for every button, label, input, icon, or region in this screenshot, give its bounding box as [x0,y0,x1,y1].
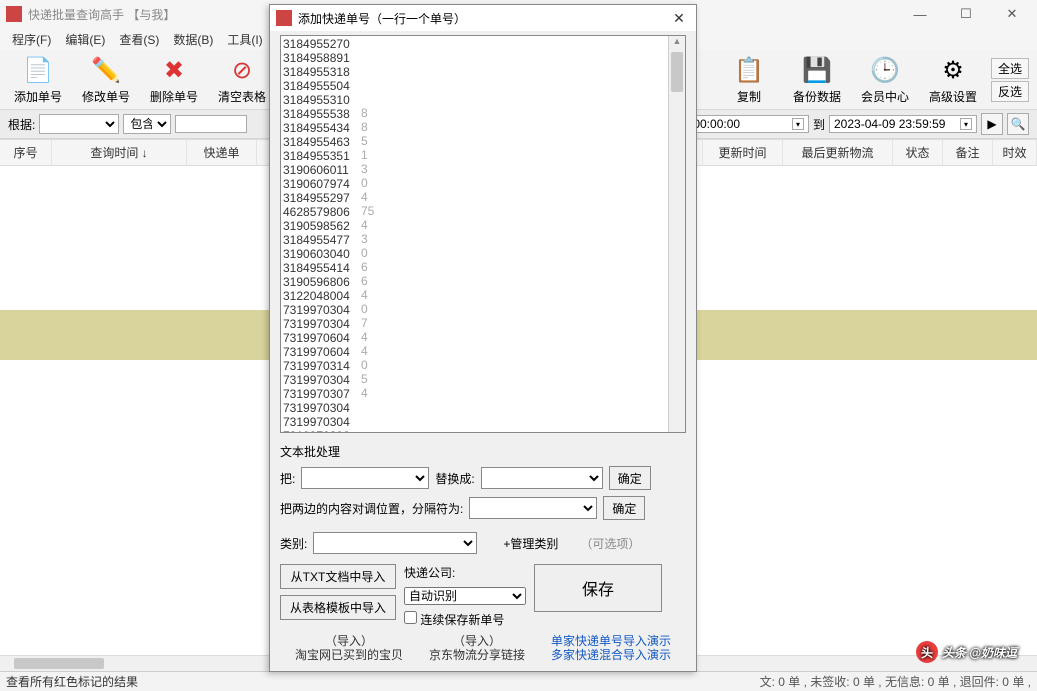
replace-to-select[interactable] [481,467,603,489]
dialog-title: 添加快递单号（一行一个单号） [298,10,466,27]
dialog-footer: （导入） 淘宝网已买到的宝贝 （导入） 京东物流分享链接 单家快递单号导入演示 … [280,634,686,662]
import-template-button[interactable]: 从表格模板中导入 [280,595,396,620]
menu-tools[interactable]: 工具(I) [223,30,266,49]
filter-label: 根据: [8,116,35,133]
close-button[interactable]: ✕ [989,0,1035,28]
menu-data[interactable]: 数据(B) [169,30,217,49]
date-to-label: 到 [813,116,825,133]
import-txt-button[interactable]: 从TXT文档中导入 [280,564,396,589]
optional-label: （可选项） [580,535,640,552]
replace-row: 把: 替换成: 确定 [280,466,686,490]
col-query-time[interactable]: 查询时间 ↓ [52,140,187,165]
import-taobao-link[interactable]: （导入） 淘宝网已买到的宝贝 [295,634,403,662]
watermark: 头 头条 @奶味逗 [916,641,1017,663]
import-row: 从TXT文档中导入 从表格模板中导入 快递公司: 自动识别 连续保存新单号 保存 [280,564,686,628]
settings-button[interactable]: ⚙ 高级设置 [923,54,983,105]
manage-category-link[interactable]: +管理类别 [503,535,558,552]
add-number-button[interactable]: 📄 添加单号 [8,54,68,105]
batch-section-label: 文本批处理 [280,443,686,460]
backup-button[interactable]: 💾 备份数据 [787,54,847,105]
app-title: 快递批量查询高手 【与我】 [28,6,175,23]
demo-single-link[interactable]: 单家快递单号导入演示 [551,634,671,648]
replace-from-select[interactable] [301,467,429,489]
status-bar: 查看所有红色标记的结果 文: 0 单 , 未签收: 0 单 , 无信息: 0 单… [0,671,1037,691]
status-right: 文: 0 单 , 未签收: 0 单 , 无信息: 0 单 , 退回件: 0 单 … [760,673,1031,690]
app-icon [276,10,292,26]
col-tracking[interactable]: 快递单 [187,140,257,165]
menu-edit[interactable]: 编辑(E) [61,30,109,49]
edit-icon: ✏️ [88,54,124,86]
tracking-numbers-textarea[interactable]: 3184955270 3184958891 3184955318 3184955… [280,35,686,433]
swap-row: 把两边的内容对调位置，分隔符为: 确定 [280,496,686,520]
watermark-icon: 头 [916,641,938,663]
category-select[interactable] [313,532,477,554]
dialog-titlebar: 添加快递单号（一行一个单号） ✕ [270,5,696,31]
member-icon: 🕒 [867,54,903,86]
dialog-body: 3184955270 3184958891 3184955318 3184955… [270,31,696,671]
edit-number-button[interactable]: ✏️ 修改单号 [76,54,136,105]
import-jd-link[interactable]: （导入） 京东物流分享链接 [429,634,525,662]
save-button[interactable]: 保存 [534,564,662,612]
select-buttons: 全选 反选 [991,58,1029,102]
delete-number-button[interactable]: ✖ 删除单号 [144,54,204,105]
replace-ok-button[interactable]: 确定 [609,466,651,490]
copy-button[interactable]: 📋 复制 [719,54,779,105]
search-button[interactable]: 🔍 [1007,113,1029,135]
swap-delim-select[interactable] [469,497,597,519]
date-go-button[interactable]: ▶ [981,113,1003,135]
chevron-down-icon: ▾ [960,118,972,130]
minimize-button[interactable]: — [897,0,943,28]
filter-field-select[interactable] [39,114,119,134]
status-left: 查看所有红色标记的结果 [6,673,138,690]
invert-select-button[interactable]: 反选 [991,81,1029,102]
chevron-down-icon: ▾ [792,118,804,130]
filter-op-select[interactable]: 包含 [123,114,171,134]
select-all-button[interactable]: 全选 [991,58,1029,79]
company-select[interactable]: 自动识别 [404,587,526,605]
clear-icon: ⊘ [224,54,260,86]
gear-icon: ⚙ [935,54,971,86]
col-index[interactable]: 序号 [0,140,52,165]
app-icon [6,6,22,22]
demo-multi-link[interactable]: 多家快递混合导入演示 [551,648,671,662]
copy-icon: 📋 [731,54,767,86]
add-tracking-dialog: 添加快递单号（一行一个单号） ✕ 3184955270 3184958891 3… [269,4,697,672]
dialog-close-button[interactable]: ✕ [666,10,692,27]
save-icon: 💾 [799,54,835,86]
category-row: 类别: +管理类别 （可选项） [280,532,686,554]
continuous-save-check[interactable]: 连续保存新单号 [404,611,526,628]
vertical-scrollbar[interactable] [668,36,685,432]
menu-program[interactable]: 程序(F) [8,30,55,49]
menu-view[interactable]: 查看(S) [115,30,163,49]
swap-ok-button[interactable]: 确定 [603,496,645,520]
col-status[interactable]: 状态 [893,140,943,165]
member-button[interactable]: 🕒 会员中心 [855,54,915,105]
company-label: 快递公司: [404,564,526,581]
date-to-input[interactable]: 2023-04-09 23:59:59 ▾ [829,115,977,133]
filter-value-input[interactable] [175,115,247,133]
col-last-logistics[interactable]: 最后更新物流 [783,140,893,165]
col-update-time[interactable]: 更新时间 [703,140,783,165]
col-remark[interactable]: 备注 [943,140,993,165]
clear-table-button[interactable]: ⊘ 清空表格 [212,54,272,105]
add-icon: 📄 [20,54,56,86]
delete-icon: ✖ [156,54,192,86]
window-controls: — ☐ ✕ [897,0,1035,28]
col-timeliness[interactable]: 时效 [993,140,1037,165]
maximize-button[interactable]: ☐ [943,0,989,28]
